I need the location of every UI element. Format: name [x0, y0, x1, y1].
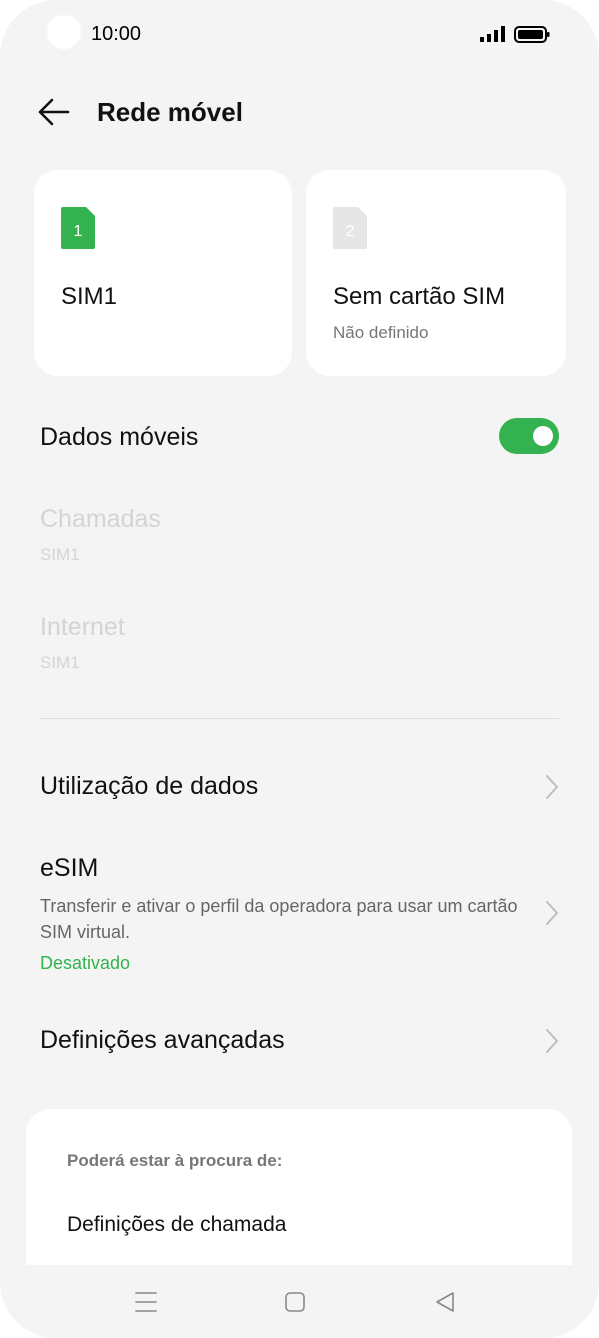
- suggestions-card: Poderá estar à procura de: Definições de…: [26, 1109, 572, 1279]
- sim-card-empty-icon: 2: [333, 207, 367, 249]
- sim1-card[interactable]: 1 SIM1: [34, 170, 292, 376]
- calls-value: SIM1: [40, 545, 80, 564]
- advanced-settings-row[interactable]: Definições avançadas: [0, 1014, 599, 1068]
- chevron-right-icon: [546, 1029, 558, 1053]
- home-square-icon[interactable]: [280, 1287, 310, 1317]
- chevron-right-icon: [546, 901, 558, 925]
- sim2-number: 2: [346, 223, 355, 240]
- chevron-right-icon: [546, 775, 558, 799]
- page-title: Rede móvel: [97, 97, 243, 127]
- sim2-name: Sem cartão SIM: [333, 283, 506, 310]
- sim-card-icon: 1: [61, 207, 95, 249]
- data-usage-label: Utilização de dados: [40, 772, 259, 800]
- divider: [40, 718, 559, 719]
- calls-label: Chamadas: [40, 505, 161, 533]
- menu-icon[interactable]: [131, 1287, 161, 1317]
- mobile-data-toggle[interactable]: [499, 418, 559, 454]
- suggestion-call-settings[interactable]: Definições de chamada: [67, 1213, 286, 1237]
- internet-value: SIM1: [40, 653, 80, 672]
- toggle-knob: [533, 426, 553, 446]
- phone-screen: 10:00 Rede móvel 1 SIM1 2 Sem cartão SIM: [0, 0, 599, 1338]
- mobile-data-label: Dados móveis: [40, 423, 199, 451]
- sim2-card[interactable]: 2 Sem cartão SIM Não definido: [306, 170, 566, 376]
- status-bar: 10:00: [0, 0, 599, 70]
- camera-cutout: [47, 15, 81, 49]
- suggestions-title: Poderá estar à procura de:: [67, 1151, 283, 1170]
- sim2-status: Não definido: [333, 323, 429, 342]
- bottom-navigation-bar: [0, 1265, 599, 1338]
- internet-label: Internet: [40, 613, 125, 641]
- signal-bars-icon: [480, 26, 505, 42]
- sim1-number: 1: [74, 223, 83, 240]
- status-time: 10:00: [91, 23, 142, 45]
- esim-label: eSIM: [40, 854, 99, 882]
- esim-description: Transferir e ativar o perfil da operador…: [40, 896, 518, 942]
- esim-status: Desativado: [40, 953, 131, 973]
- back-triangle-icon[interactable]: [430, 1287, 460, 1317]
- arrow-left-icon[interactable]: [36, 95, 72, 129]
- data-usage-row[interactable]: Utilização de dados: [0, 760, 599, 814]
- battery-full-icon: [514, 26, 550, 43]
- sim1-name: SIM1: [61, 283, 118, 310]
- advanced-settings-label: Definições avançadas: [40, 1026, 285, 1054]
